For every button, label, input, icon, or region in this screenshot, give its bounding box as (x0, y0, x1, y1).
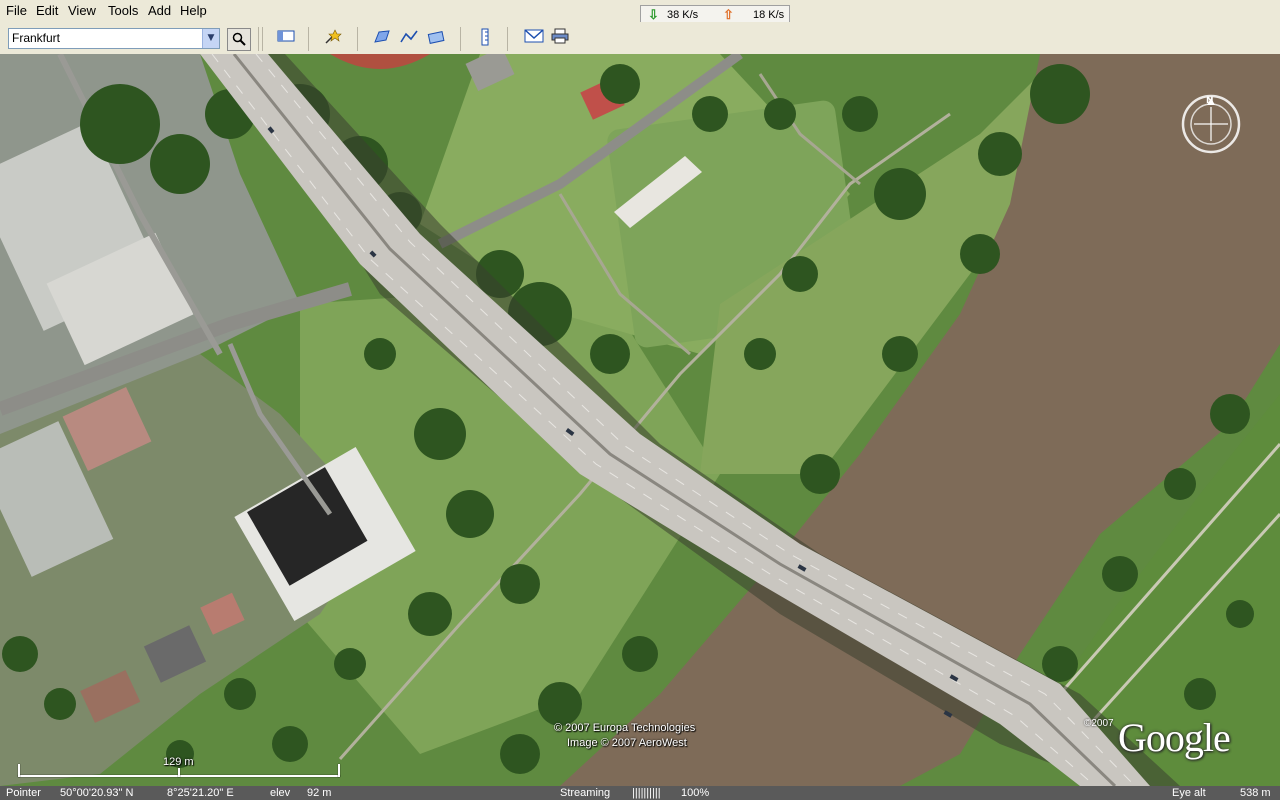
toolbar-separator (258, 27, 259, 51)
streaming-label: Streaming (560, 787, 611, 799)
menu-bar: File Edit View Tools Add Help ⇩ 38 K/s ⇧… (0, 0, 1280, 25)
elevation-value: 92 m (307, 787, 332, 799)
menu-view[interactable]: View (66, 3, 98, 18)
path-icon (400, 30, 418, 43)
email-button[interactable] (523, 28, 545, 48)
ruler-icon (481, 28, 489, 46)
placemark-icon (325, 29, 342, 44)
polygon-icon (374, 30, 390, 43)
copyright-line2: Image © 2007 AeroWest (567, 737, 687, 749)
status-bar: Pointer 50°00'20.93" N 8°25'21.20" E ele… (0, 786, 1280, 800)
aerial-imagery (0, 54, 1280, 786)
google-logo: Google (1118, 715, 1231, 760)
scale-tick (338, 764, 340, 777)
sidebar-toggle-button[interactable] (275, 28, 297, 48)
print-button[interactable] (549, 28, 571, 48)
compass-north-label: N (1206, 96, 1214, 106)
logo-copyright-year: ©2007 (1084, 718, 1114, 729)
search-input[interactable] (9, 29, 203, 46)
chevron-down-icon[interactable]: ▼ (202, 29, 219, 48)
add-polygon-button[interactable] (371, 28, 393, 48)
toolbar-separator (507, 27, 508, 51)
ruler-button[interactable] (474, 28, 496, 48)
streaming-progress: |||||||||| (632, 787, 661, 799)
toolbar-separator (262, 27, 263, 51)
image-overlay-icon (427, 31, 445, 44)
add-image-overlay-button[interactable] (425, 28, 447, 48)
scale-tick (18, 764, 20, 777)
toolbar-separator (308, 27, 309, 51)
toolbar-separator (357, 27, 358, 51)
download-arrow-icon: ⇩ (648, 7, 659, 22)
eye-alt-label: Eye alt (1172, 787, 1206, 799)
scale-legend: 129 m (18, 756, 340, 783)
email-icon (524, 29, 544, 43)
copyright-line1: © 2007 Europa Technologies (554, 722, 696, 734)
pointer-latitude: 50°00'20.93" N (60, 787, 134, 799)
menu-edit[interactable]: Edit (34, 3, 60, 18)
search-button[interactable] (227, 28, 251, 51)
upload-rate: 18 K/s (753, 9, 785, 21)
toolbar: ▼ (0, 22, 1280, 55)
scale-label: 129 m (163, 756, 194, 768)
eye-alt-value: 538 m (1240, 787, 1271, 799)
menu-tools[interactable]: Tools (106, 3, 140, 18)
scale-tick (178, 768, 180, 777)
menu-help[interactable]: Help (178, 3, 209, 18)
map-viewport[interactable]: N © 2007 Europa Technologies Image © 200… (0, 54, 1280, 786)
search-icon (232, 32, 246, 46)
toolbar-separator (460, 27, 461, 51)
add-placemark-button[interactable] (322, 28, 344, 48)
upload-arrow-icon: ⇧ (723, 7, 734, 22)
menu-file[interactable]: File (4, 3, 29, 18)
menu-add[interactable]: Add (146, 3, 173, 18)
add-path-button[interactable] (398, 28, 420, 48)
streaming-percent: 100% (681, 787, 710, 799)
sidebar-toggle-icon (277, 30, 295, 42)
download-rate: 38 K/s (667, 9, 699, 21)
elevation-label: elev (270, 787, 291, 799)
pointer-longitude: 8°25'21.20" E (167, 787, 234, 799)
pointer-label: Pointer (6, 787, 41, 799)
print-icon (551, 28, 569, 44)
search-combobox[interactable]: ▼ (8, 28, 220, 49)
navigation-compass[interactable]: N (1180, 93, 1242, 155)
